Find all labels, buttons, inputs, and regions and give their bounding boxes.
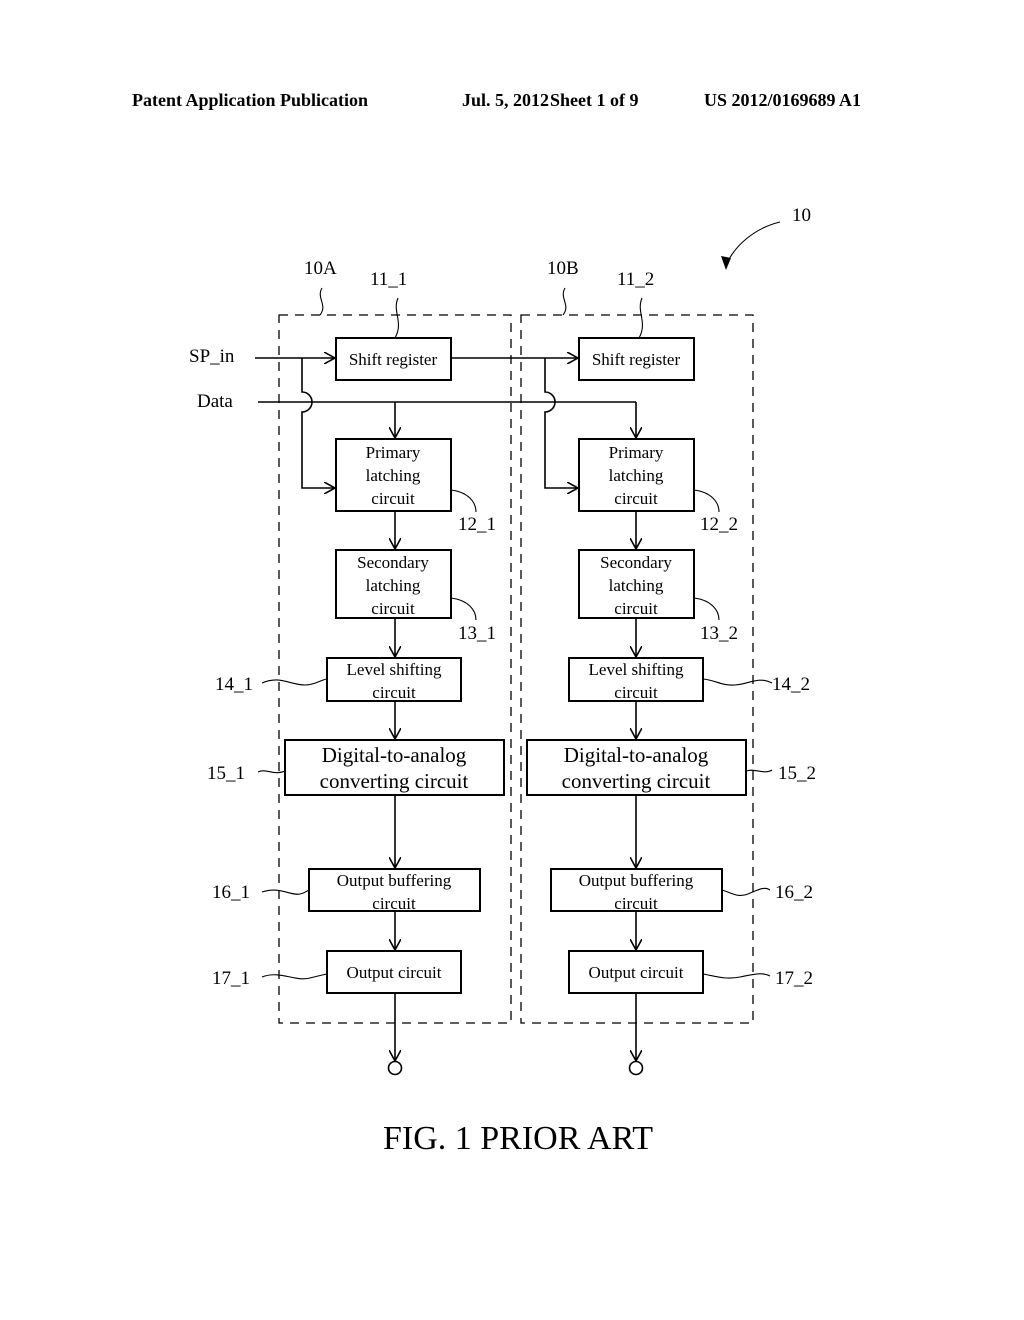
output-buffer-label-line: circuit — [614, 894, 658, 913]
block-ref-leader — [721, 887, 771, 897]
block-ref-label: 16_1 — [212, 882, 250, 903]
block-ref-label: 15_1 — [207, 763, 245, 784]
block-ref-label: 17_1 — [212, 968, 250, 989]
input-label-data: Data — [197, 391, 233, 412]
output-buffer-label-line: Output buffering — [337, 871, 452, 890]
dac-label-line: Digital-to-analog — [564, 743, 709, 767]
shift-register-label: Shift register — [592, 350, 681, 369]
block-ref-leader — [702, 973, 771, 979]
primary-latch-label-line: circuit — [371, 489, 415, 508]
block-ref-label: 13_1 — [458, 623, 496, 644]
output-terminal — [628, 1060, 644, 1076]
block-ref-label: 13_2 — [700, 623, 738, 644]
secondary-latch-label-line: circuit — [371, 599, 415, 618]
secondary-latch-label-line: Secondary — [357, 553, 429, 572]
primary-latch-label-line: circuit — [614, 489, 658, 508]
dac-label-line: converting circuit — [320, 769, 469, 793]
block-ref-label: 15_2 — [778, 763, 816, 784]
primary-latch-label-line: latching — [366, 466, 421, 485]
channel-ref-leader — [319, 287, 324, 316]
block-ref-leader — [257, 770, 286, 774]
figure-caption: FIG. 1 PRIOR ART — [383, 1120, 653, 1157]
sp-branch-to-primary-latch-a — [301, 358, 335, 488]
level-shifter-label-line: circuit — [614, 683, 658, 702]
block-ref-leader — [702, 678, 773, 686]
block-ref-label: 14_1 — [215, 674, 253, 695]
secondary-latch-label-line: latching — [366, 576, 421, 595]
block-ref-leader — [261, 889, 310, 895]
block-ref-label: 14_2 — [772, 674, 810, 695]
block-ref-leader — [261, 678, 328, 686]
channel-ref-label: 10B — [547, 258, 579, 279]
primary-latch-label-line: Primary — [609, 443, 664, 462]
sp-branch-to-primary-latch-b — [544, 358, 578, 488]
output-buffer-label-line: Output buffering — [579, 871, 694, 890]
level-shifter-label-line: Level shifting — [589, 660, 684, 679]
block-ref-leader — [450, 489, 477, 513]
block-ref-leader — [261, 973, 328, 980]
channel-ref-leader — [562, 287, 567, 316]
secondary-latch-label-line: latching — [609, 576, 664, 595]
channel-ref-label: 10A — [304, 258, 337, 279]
primary-latch-label-line: Primary — [366, 443, 421, 462]
secondary-latch-label-line: circuit — [614, 599, 658, 618]
block-ref-label: 12_1 — [458, 514, 496, 535]
block-ref-label: 11_2 — [617, 269, 654, 290]
output-terminal — [387, 1060, 403, 1076]
channel-10b: 10B 11_2 Shift register Primary latching… — [520, 258, 816, 1076]
output-circuit-label: Output circuit — [589, 963, 684, 982]
block-ref-label: 16_2 — [775, 882, 813, 903]
channel-10a: 10A 11_1 Shift register Primary latching… — [207, 258, 512, 1076]
block-ref-label: 11_1 — [370, 269, 407, 290]
ref-arrowhead-overall — [721, 256, 731, 270]
block-ref-leader — [745, 769, 773, 773]
block-ref-label: 12_2 — [700, 514, 738, 535]
secondary-latch-label-line: Secondary — [600, 553, 672, 572]
level-shifter-label-line: Level shifting — [347, 660, 442, 679]
block-ref-label: 17_2 — [775, 968, 813, 989]
block-ref-leader — [638, 297, 643, 339]
output-buffer-label-line: circuit — [372, 894, 416, 913]
ref-leader-overall — [725, 221, 781, 266]
dac-label-line: converting circuit — [562, 769, 711, 793]
output-circuit-label: Output circuit — [347, 963, 442, 982]
ref-label-overall: 10 — [792, 205, 811, 226]
block-ref-leader — [693, 597, 720, 621]
primary-latch-label-line: latching — [609, 466, 664, 485]
level-shifter-label-line: circuit — [372, 683, 416, 702]
block-ref-leader — [450, 597, 477, 621]
block-ref-leader — [394, 297, 399, 339]
block-diagram: 10 SP_in Data 10A 11_1 Shift register Pr… — [189, 205, 816, 1157]
shift-register-label: Shift register — [349, 350, 438, 369]
block-ref-leader — [693, 489, 720, 513]
input-label-sp-in: SP_in — [189, 346, 235, 367]
dac-label-line: Digital-to-analog — [322, 743, 467, 767]
